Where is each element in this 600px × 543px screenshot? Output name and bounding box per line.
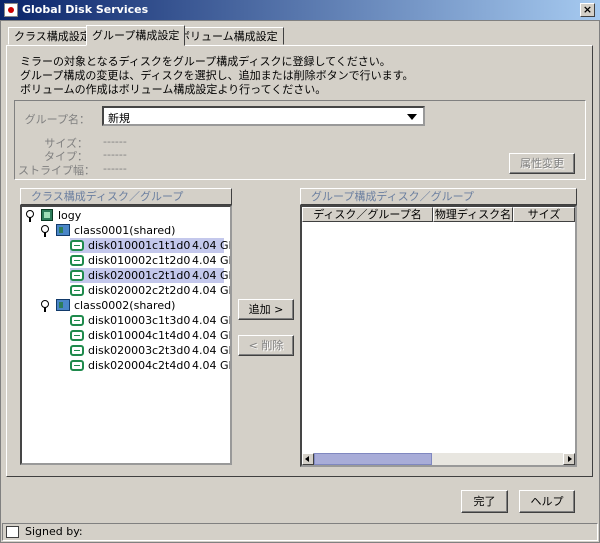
- group-disk-header: グループ構成ディスク／グループ: [300, 188, 577, 205]
- group-disk-table[interactable]: ディスク／グループ名 物理ディスク名 サイズ: [300, 205, 577, 467]
- tree-class[interactable]: class0001(shared): [24, 223, 224, 238]
- scroll-right-button[interactable]: [563, 453, 575, 465]
- disk-icon: [70, 345, 84, 356]
- class-label: class0002(shared): [74, 299, 176, 312]
- disk-name: disk020002: [88, 284, 153, 297]
- disk-device: c1t2d0: [152, 254, 191, 267]
- disk-icon: [70, 330, 84, 341]
- disk-device: c1t3d0: [152, 314, 191, 327]
- tree-root[interactable]: logy: [24, 208, 224, 223]
- horizontal-scrollbar[interactable]: [302, 453, 575, 465]
- disk-size: 4.04 GB: [192, 254, 232, 267]
- disk-row[interactable]: disk010002 c1t2d0 4.04 GB: [70, 253, 230, 268]
- disk-row[interactable]: disk010004 c1t4d0 4.04 GB: [70, 328, 230, 343]
- disk-row[interactable]: disk020004 c2t4d0 4.04 GB: [70, 358, 230, 373]
- tree-expand-icon[interactable]: [26, 210, 34, 222]
- disk-device: c1t1d0: [152, 239, 191, 252]
- disk-size: 4.04 GB: [192, 284, 232, 297]
- column-header-size[interactable]: サイズ: [513, 207, 575, 222]
- disk-size: 4.04 GB: [192, 314, 232, 327]
- tree-class[interactable]: class0002(shared): [24, 298, 224, 313]
- arrow-left-icon: [305, 456, 309, 462]
- arrow-right-icon: [568, 456, 572, 462]
- scroll-left-button[interactable]: [302, 453, 314, 465]
- close-button[interactable]: ×: [580, 3, 595, 17]
- disk-icon: [70, 240, 84, 251]
- type-value: ------: [103, 148, 127, 161]
- done-button[interactable]: 完了: [461, 490, 508, 513]
- disk-name: disk010002: [88, 254, 153, 267]
- group-name-label: グループ名：: [24, 113, 90, 126]
- add-button[interactable]: 追加 >: [238, 299, 294, 320]
- class-icon: [56, 299, 70, 311]
- tab-class-config[interactable]: クラス構成設定: [8, 27, 97, 45]
- chevron-down-icon: [407, 114, 417, 120]
- disk-device: c1t4d0: [152, 329, 191, 342]
- disk-row[interactable]: disk010001 c1t1d0 4.04 GB: [70, 238, 230, 253]
- disk-size: 4.04 GB: [192, 329, 232, 342]
- description-line-2: グループ構成の変更は、ディスクを選択し、追加または削除ボタンで行います。: [20, 69, 414, 82]
- tab-group-config[interactable]: グループ構成設定: [86, 25, 186, 46]
- disk-row[interactable]: disk020002 c2t2d0 4.04 GB: [70, 283, 230, 298]
- help-button[interactable]: ヘルプ: [519, 490, 575, 513]
- disk-name: disk010004: [88, 329, 153, 342]
- disk-row[interactable]: disk020003 c2t3d0 4.04 GB: [70, 343, 230, 358]
- disk-size: 4.04 GB: [192, 239, 232, 252]
- disk-name: disk020001: [88, 269, 153, 282]
- stripe-width-value: ------: [103, 162, 127, 175]
- disk-size: 4.04 GB: [192, 269, 232, 282]
- class-disk-tree[interactable]: logy class0001(shared) disk010001 c1t1d0…: [20, 205, 232, 465]
- title-bar: Global Disk Services ×: [0, 0, 600, 20]
- disk-device: c2t1d0: [152, 269, 191, 282]
- disk-icon: [70, 315, 84, 326]
- disk-row[interactable]: disk010003 c1t3d0 4.04 GB: [70, 313, 230, 328]
- class-icon: [56, 224, 70, 236]
- disk-row[interactable]: disk020001 c2t1d0 4.04 GB: [70, 268, 230, 283]
- status-bar: Signed by:: [2, 523, 598, 541]
- description-line-3: ボリュームの作成はボリューム構成設定より行ってください。: [20, 83, 327, 96]
- signed-by-label: Signed by:: [25, 525, 83, 538]
- disk-name: disk010003: [88, 314, 153, 327]
- tab-volume-config[interactable]: ボリューム構成設定: [173, 27, 284, 45]
- column-header-physical-disk[interactable]: 物理ディスク名: [433, 207, 513, 222]
- disk-icon: [70, 285, 84, 296]
- certificate-icon: [6, 526, 19, 538]
- app-icon: [4, 3, 18, 17]
- stripe-width-label: ストライプ幅：: [18, 164, 95, 177]
- disk-name: disk020003: [88, 344, 153, 357]
- column-header-name[interactable]: ディスク／グループ名: [302, 207, 433, 222]
- disk-name: disk020004: [88, 359, 153, 372]
- size-value: ------: [103, 135, 127, 148]
- disk-size: 4.04 GB: [192, 344, 232, 357]
- disk-icon: [70, 270, 84, 281]
- attribute-change-button[interactable]: 属性変更: [509, 153, 575, 174]
- scrollbar-thumb[interactable]: [314, 453, 432, 465]
- disk-name: disk010001: [88, 239, 153, 252]
- disk-device: c2t3d0: [152, 344, 191, 357]
- group-name-value: 新規: [108, 112, 130, 125]
- remove-button[interactable]: < 削除: [238, 335, 294, 356]
- description-line-1: ミラーの対象となるディスクをグループ構成ディスクに登録してください。: [20, 55, 391, 68]
- group-name-select[interactable]: 新規: [102, 106, 425, 126]
- disk-device: c2t4d0: [152, 359, 191, 372]
- disk-icon: [70, 255, 84, 266]
- group-icon: [41, 209, 53, 221]
- tree-root-label: logy: [58, 209, 82, 222]
- window-title: Global Disk Services: [22, 3, 149, 16]
- disk-device: c2t2d0: [152, 284, 191, 297]
- disk-icon: [70, 360, 84, 371]
- tree-expand-icon[interactable]: [41, 300, 49, 312]
- tree-expand-icon[interactable]: [41, 225, 49, 237]
- disk-size: 4.04 GB: [192, 359, 232, 372]
- class-label: class0001(shared): [74, 224, 176, 237]
- class-disk-header: クラス構成ディスク／グループ: [20, 188, 232, 205]
